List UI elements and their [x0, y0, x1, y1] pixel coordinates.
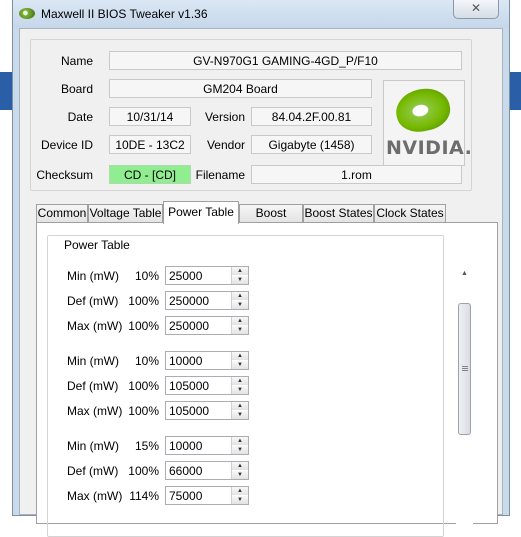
spin-down-icon[interactable]: ▼ — [232, 386, 248, 394]
spin-up-icon[interactable]: ▲ — [232, 402, 248, 410]
spin-up-icon[interactable]: ▲ — [232, 292, 248, 300]
row-percent: 15% — [134, 439, 159, 453]
version-field: 84.04.2F.00.81 — [251, 107, 372, 126]
spin-buttons: ▲ ▼ — [231, 352, 248, 369]
date-field: 10/31/14 — [109, 107, 191, 126]
spin-up-icon[interactable]: ▲ — [232, 377, 248, 385]
power-value-spinbox[interactable]: 66000 ▲ ▼ — [165, 461, 249, 480]
spin-buttons: ▲ ▼ — [231, 377, 248, 394]
row-percent: 100% — [128, 379, 159, 393]
spinbox-value[interactable]: 66000 — [169, 464, 202, 478]
spinbox-value[interactable]: 105000 — [169, 404, 209, 418]
grip-icon — [462, 366, 468, 372]
spinbox-value[interactable]: 10000 — [169, 439, 202, 453]
power-value-spinbox[interactable]: 250000 ▲ ▼ — [165, 316, 249, 335]
name-field: GV-N970G1 GAMING-4GD_P/F10 — [109, 51, 462, 70]
power-table-title: Power Table — [61, 238, 133, 252]
power-table-panel: Power Table Min (mW) 10% 25000 ▲ ▼ Def (mW) 10… — [36, 222, 498, 537]
spin-up-icon[interactable]: ▲ — [232, 352, 248, 360]
power-value-spinbox[interactable]: 105000 ▲ ▼ — [165, 401, 249, 420]
spinbox-value[interactable]: 10000 — [169, 354, 202, 368]
spin-down-icon[interactable]: ▼ — [232, 301, 248, 309]
scroll-thumb[interactable] — [458, 303, 471, 435]
filename-field: 1.rom — [251, 165, 462, 184]
device-id-field: 10DE - 13C2 — [109, 135, 191, 154]
tab-clock-states[interactable]: Clock States — [374, 204, 446, 223]
spin-down-icon[interactable]: ▼ — [232, 471, 248, 479]
spin-down-icon[interactable]: ▼ — [232, 446, 248, 454]
tab-power-table[interactable]: Power Table — [163, 201, 239, 224]
close-button[interactable]: ✕ — [453, 0, 499, 19]
spin-buttons: ▲ ▼ — [231, 317, 248, 334]
spin-buttons: ▲ ▼ — [231, 462, 248, 479]
spin-down-icon[interactable]: ▼ — [232, 361, 248, 369]
power-value-spinbox[interactable]: 105000 ▲ ▼ — [165, 376, 249, 395]
spinbox-value[interactable]: 75000 — [169, 489, 202, 503]
nvidia-logo-text: NVIDIA. — [386, 137, 473, 159]
nvidia-eye-icon — [19, 8, 35, 19]
spin-buttons: ▲ ▼ — [231, 437, 248, 454]
power-value-spinbox[interactable]: 25000 ▲ ▼ — [165, 266, 249, 285]
nvidia-eye-logo-icon — [392, 83, 454, 137]
spin-up-icon[interactable]: ▲ — [232, 437, 248, 445]
vendor-field: Gigabyte (1458) — [251, 135, 372, 154]
row-percent: 114% — [129, 489, 159, 503]
spin-up-icon[interactable]: ▲ — [232, 487, 248, 495]
nvidia-logo: NVIDIA. — [383, 80, 473, 166]
title-bar[interactable]: Maxwell II BIOS Tweaker v1.36 ✕ — [13, 0, 509, 28]
date-label: Date — [67, 110, 93, 124]
spin-down-icon[interactable]: ▼ — [232, 411, 248, 419]
power-value-spinbox[interactable]: 10000 ▲ ▼ — [165, 436, 249, 455]
window-title: Maxwell II BIOS Tweaker v1.36 — [41, 7, 208, 21]
spin-up-icon[interactable]: ▲ — [232, 462, 248, 470]
spin-buttons: ▲ ▼ — [231, 487, 248, 504]
tab-boost-states[interactable]: Boost States — [303, 204, 374, 223]
spin-buttons: ▲ ▼ — [231, 292, 248, 309]
spin-down-icon[interactable]: ▼ — [232, 496, 248, 504]
row-percent: 100% — [128, 319, 159, 333]
vendor-label: Vendor — [206, 138, 245, 152]
power-value-spinbox[interactable]: 75000 ▲ ▼ — [165, 486, 249, 505]
name-label: Name — [60, 54, 93, 68]
spin-buttons: ▲ ▼ — [231, 402, 248, 419]
version-label: Version — [204, 110, 245, 124]
spinbox-value[interactable]: 25000 — [169, 269, 202, 283]
checksum-field: CD - [CD] — [109, 165, 191, 184]
main-window: Maxwell II BIOS Tweaker v1.36 ✕ Name GV-… — [12, 0, 510, 537]
row-percent: 10% — [134, 354, 159, 368]
spin-up-icon[interactable]: ▲ — [232, 267, 248, 275]
row-percent: 100% — [128, 404, 159, 418]
bios-info-group: Name GV-N970G1 GAMING-4GD_P/F10 Board GM… — [30, 39, 472, 191]
tab-voltage-table[interactable]: Voltage Table — [88, 204, 163, 223]
checksum-label: Checksum — [36, 168, 93, 182]
spin-down-icon[interactable]: ▼ — [232, 326, 248, 334]
window-client: Name GV-N970G1 GAMING-4GD_P/F10 Board GM… — [19, 28, 503, 537]
power-value-spinbox[interactable]: 250000 ▲ ▼ — [165, 291, 249, 310]
board-label: Board — [60, 82, 93, 96]
tab-common[interactable]: Common — [36, 204, 88, 223]
spinbox-value[interactable]: 105000 — [169, 379, 209, 393]
spinbox-value[interactable]: 250000 — [169, 294, 209, 308]
scroll-up-icon[interactable]: ▲ — [456, 265, 473, 282]
spin-down-icon[interactable]: ▼ — [232, 276, 248, 284]
row-percent: 100% — [128, 464, 159, 478]
vertical-scrollbar[interactable]: ▲ — [456, 265, 473, 535]
device-id-label: Device ID — [40, 138, 93, 152]
power-value-spinbox[interactable]: 10000 ▲ ▼ — [165, 351, 249, 370]
spin-up-icon[interactable]: ▲ — [232, 317, 248, 325]
tab-boost-table[interactable]: Boost Table — [239, 204, 303, 237]
row-percent: 10% — [134, 269, 159, 283]
spin-buttons: ▲ ▼ — [231, 267, 248, 284]
row-percent: 100% — [128, 294, 159, 308]
spinbox-value[interactable]: 250000 — [169, 319, 209, 333]
board-field: GM204 Board — [109, 79, 372, 98]
filename-label: Filename — [195, 168, 245, 182]
